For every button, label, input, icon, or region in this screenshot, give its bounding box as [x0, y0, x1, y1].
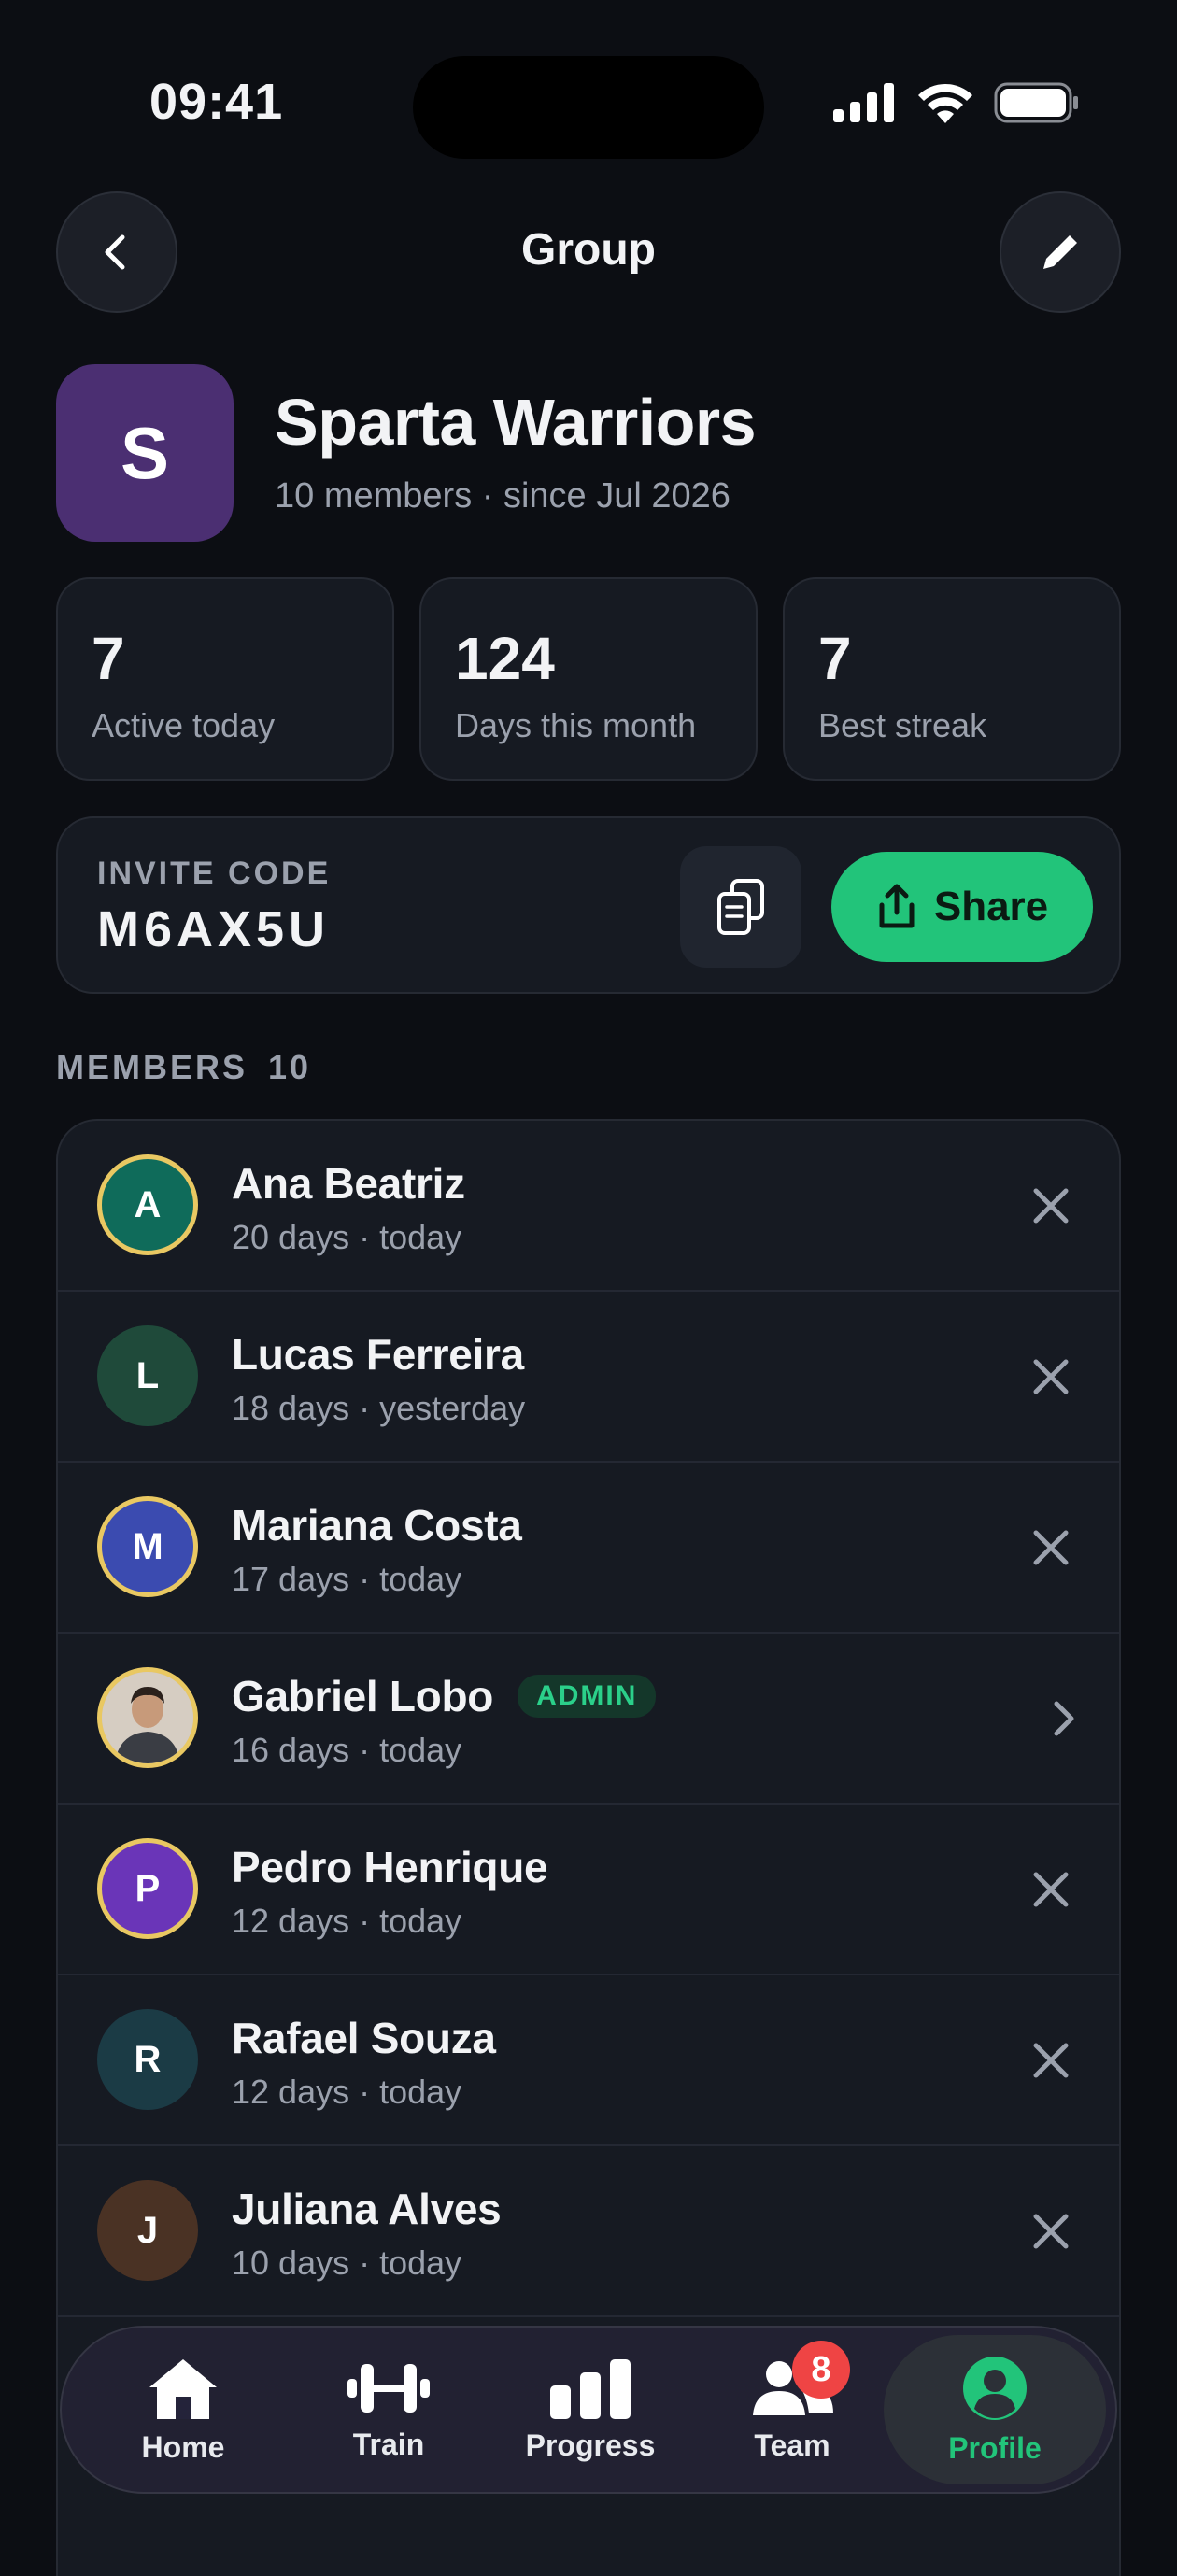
- member-row-ana-beatriz[interactable]: A Ana Beatriz 20 days · today: [58, 1121, 1119, 1292]
- share-button[interactable]: Share: [831, 852, 1093, 962]
- member-name: Ana Beatriz: [232, 1158, 465, 1209]
- stat-card-active-today: 7 Active today: [56, 577, 394, 781]
- member-name-text: Mariana Costa: [232, 1501, 522, 1550]
- status-icons: [833, 82, 1080, 123]
- member-stats: 12 days · today: [232, 1902, 462, 1940]
- tab-team[interactable]: Team 8: [699, 2328, 886, 2492]
- close-icon: [1033, 1359, 1069, 1394]
- close-icon: [1033, 1872, 1069, 1907]
- tab-progress[interactable]: Progress: [497, 2328, 684, 2492]
- avatar: J: [97, 2180, 198, 2281]
- member-stats: 18 days · yesterday: [232, 1389, 526, 1427]
- edit-button[interactable]: [1000, 191, 1121, 313]
- member-name: Rafael Souza: [232, 2013, 496, 2063]
- stat-label: Best streak: [818, 706, 987, 744]
- close-icon: [1033, 2043, 1069, 2078]
- member-row-pedro-henrique[interactable]: P Pedro Henrique 12 days · today: [58, 1805, 1119, 1975]
- member-stats: 10 days · today: [232, 2243, 462, 2282]
- invite-code-label: INVITE CODE: [97, 856, 332, 891]
- stat-value: 7: [818, 625, 852, 692]
- avatar-photo: [97, 1667, 198, 1768]
- stat-card-days-this-month: 124 Days this month: [419, 577, 758, 781]
- member-name-text: Gabriel Lobo: [232, 1672, 494, 1720]
- avatar: A: [97, 1154, 198, 1255]
- member-name: Mariana Costa: [232, 1500, 522, 1550]
- members-heading: MEMBERS 10: [56, 1048, 311, 1087]
- members-count: 10: [268, 1048, 312, 1086]
- home-icon: [149, 2358, 217, 2419]
- member-name: Juliana Alves: [232, 2184, 502, 2234]
- open-member-button[interactable]: [1029, 1686, 1095, 1751]
- stat-value: 7: [92, 625, 125, 692]
- remove-member-button[interactable]: [1018, 2199, 1084, 2264]
- member-stats: 20 days · today: [232, 1218, 462, 1256]
- member-row-rafael-souza[interactable]: R Rafael Souza 12 days · today: [58, 1975, 1119, 2146]
- member-name-text: Pedro Henrique: [232, 1843, 548, 1891]
- stat-card-best-streak: 7 Best streak: [783, 577, 1121, 781]
- member-name-text: Lucas Ferreira: [232, 1330, 524, 1379]
- invite-card: INVITE CODE M6AX5U Share: [56, 816, 1121, 994]
- member-name-text: Rafael Souza: [232, 2014, 496, 2062]
- close-icon: [1033, 1188, 1069, 1224]
- tab-label: Progress: [525, 2427, 656, 2462]
- member-stats: 12 days · today: [232, 2073, 462, 2111]
- member-name: Pedro Henrique: [232, 1842, 548, 1892]
- member-row-lucas-ferreira[interactable]: L Lucas Ferreira 18 days · yesterday: [58, 1292, 1119, 1463]
- share-label: Share: [933, 884, 1049, 929]
- bar-chart-icon: [550, 2358, 631, 2419]
- member-row-juliana-alves[interactable]: J Juliana Alves 10 days · today: [58, 2146, 1119, 2317]
- member-row-mariana-costa[interactable]: M Mariana Costa 17 days · today: [58, 1463, 1119, 1634]
- members-heading-label: MEMBERS: [56, 1048, 248, 1086]
- close-icon: [1033, 1530, 1069, 1565]
- tab-profile[interactable]: Profile: [884, 2335, 1106, 2484]
- remove-member-button[interactable]: [1018, 1515, 1084, 1580]
- avatar: R: [97, 2009, 198, 2110]
- stat-value: 124: [455, 625, 555, 692]
- group-subtitle: 10 members · since Jul 2026: [275, 476, 730, 516]
- remove-member-button[interactable]: [1018, 1857, 1084, 1922]
- copy-icon: [717, 879, 764, 935]
- tab-label: Home: [141, 2429, 225, 2464]
- group-name: Sparta Warriors: [275, 386, 757, 459]
- invite-code: M6AX5U: [97, 901, 331, 957]
- stat-label: Active today: [92, 706, 276, 744]
- tab-home[interactable]: Home: [90, 2328, 277, 2492]
- profile-icon: [963, 2356, 1027, 2420]
- tab-bar: Home Train Progress Team 8 Profile: [60, 2326, 1117, 2494]
- member-name: Gabriel Lobo ADMIN: [232, 1671, 657, 1721]
- avatar: L: [97, 1325, 198, 1426]
- copy-button[interactable]: [680, 846, 801, 968]
- member-name: Lucas Ferreira: [232, 1329, 524, 1380]
- admin-badge: ADMIN: [518, 1675, 657, 1718]
- signal-icon: [833, 83, 894, 122]
- member-stats: 16 days · today: [232, 1731, 462, 1769]
- wifi-icon: [918, 83, 972, 123]
- status-time: 09:41: [149, 74, 284, 130]
- remove-member-button[interactable]: [1018, 2028, 1084, 2093]
- chevron-right-icon: [1054, 1701, 1074, 1736]
- member-stats: 17 days · today: [232, 1560, 462, 1598]
- member-row-gabriel-lobo[interactable]: Gabriel Lobo ADMIN 16 days · today: [58, 1634, 1119, 1805]
- remove-member-button[interactable]: [1018, 1344, 1084, 1409]
- tab-train[interactable]: Train: [295, 2328, 482, 2492]
- battery-icon: [994, 82, 1078, 123]
- pencil-icon: [1043, 235, 1077, 269]
- member-name-text: Ana Beatriz: [232, 1159, 465, 1208]
- tab-label: Team: [754, 2427, 830, 2462]
- group-avatar: S: [56, 364, 234, 542]
- person-photo-icon: [102, 1672, 193, 1763]
- member-name-text: Juliana Alves: [232, 2185, 502, 2233]
- share-icon: [879, 884, 915, 928]
- remove-member-button[interactable]: [1018, 1173, 1084, 1238]
- tab-label: Profile: [948, 2430, 1042, 2465]
- tab-label: Train: [352, 2427, 425, 2461]
- stat-label: Days this month: [455, 706, 697, 744]
- avatar: M: [97, 1496, 198, 1597]
- avatar: P: [97, 1838, 198, 1939]
- notification-badge: 8: [792, 2341, 850, 2399]
- dumbbell-icon: [347, 2363, 430, 2413]
- close-icon: [1033, 2214, 1069, 2249]
- dynamic-island: [413, 56, 764, 159]
